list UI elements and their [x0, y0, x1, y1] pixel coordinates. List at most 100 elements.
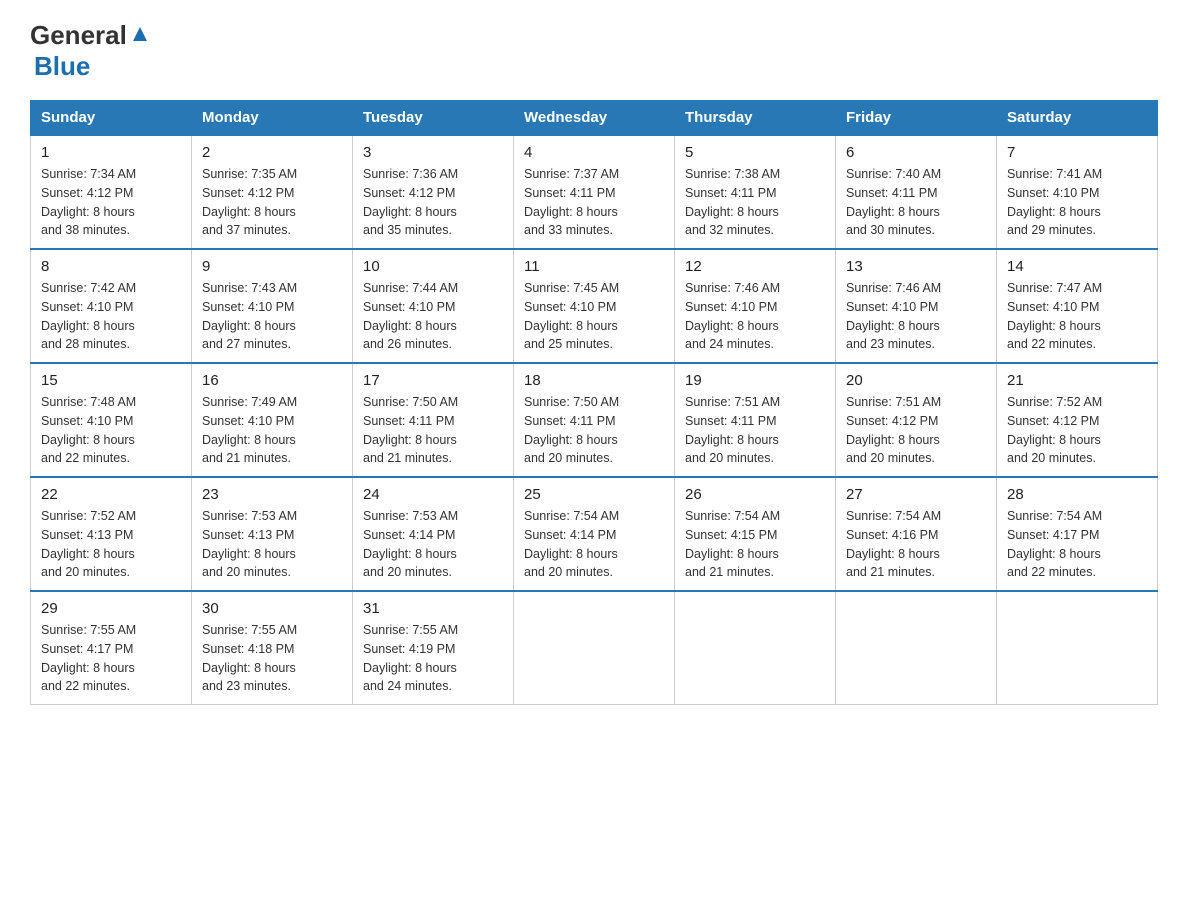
day-number: 21	[1007, 372, 1147, 389]
day-info: Sunrise: 7:54 AMSunset: 4:14 PMDaylight:…	[524, 507, 664, 582]
calendar-cell: 28Sunrise: 7:54 AMSunset: 4:17 PMDayligh…	[997, 477, 1158, 591]
day-info: Sunrise: 7:35 AMSunset: 4:12 PMDaylight:…	[202, 165, 342, 240]
day-info: Sunrise: 7:55 AMSunset: 4:19 PMDaylight:…	[363, 621, 503, 696]
calendar-table: SundayMondayTuesdayWednesdayThursdayFrid…	[30, 100, 1158, 705]
header: General Blue	[30, 20, 1158, 82]
calendar-cell	[836, 591, 997, 705]
day-info: Sunrise: 7:44 AMSunset: 4:10 PMDaylight:…	[363, 279, 503, 354]
day-number: 11	[524, 258, 664, 275]
calendar-cell: 3Sunrise: 7:36 AMSunset: 4:12 PMDaylight…	[353, 135, 514, 249]
day-number: 10	[363, 258, 503, 275]
day-number: 12	[685, 258, 825, 275]
day-info: Sunrise: 7:51 AMSunset: 4:12 PMDaylight:…	[846, 393, 986, 468]
day-number: 13	[846, 258, 986, 275]
day-info: Sunrise: 7:47 AMSunset: 4:10 PMDaylight:…	[1007, 279, 1147, 354]
calendar-cell: 24 Sunrise: 7:53 AMSunset: 4:14 PMDayligh…	[353, 477, 514, 591]
calendar-cell: 9 Sunrise: 7:43 AMSunset: 4:10 PMDaylight…	[192, 249, 353, 363]
day-info: Sunrise: 7:41 AMSunset: 4:10 PMDaylight:…	[1007, 165, 1147, 240]
calendar-cell	[997, 591, 1158, 705]
calendar-cell: 18 Sunrise: 7:50 AMSunset: 4:11 PMDayligh…	[514, 363, 675, 477]
day-info: Sunrise: 7:55 AMSunset: 4:18 PMDaylight:…	[202, 621, 342, 696]
calendar-cell: 11 Sunrise: 7:45 AMSunset: 4:10 PMDayligh…	[514, 249, 675, 363]
day-info: Sunrise: 7:46 AMSunset: 4:10 PMDaylight:…	[846, 279, 986, 354]
day-number: 23	[202, 486, 342, 503]
week-row-1: 1Sunrise: 7:34 AMSunset: 4:12 PMDaylight…	[31, 135, 1158, 249]
day-number: 6	[846, 144, 986, 161]
day-number: 8	[41, 258, 181, 275]
calendar-cell	[675, 591, 836, 705]
day-info: Sunrise: 7:53 AMSunset: 4:13 PMDaylight:…	[202, 507, 342, 582]
header-sunday: Sunday	[31, 101, 192, 136]
day-info: Sunrise: 7:43 AMSunset: 4:10 PMDaylight:…	[202, 279, 342, 354]
day-info: Sunrise: 7:55 AMSunset: 4:17 PMDaylight:…	[41, 621, 181, 696]
day-info: Sunrise: 7:38 AMSunset: 4:11 PMDaylight:…	[685, 165, 825, 240]
calendar-cell: 16 Sunrise: 7:49 AMSunset: 4:10 PMDayligh…	[192, 363, 353, 477]
day-number: 18	[524, 372, 664, 389]
header-tuesday: Tuesday	[353, 101, 514, 136]
day-number: 20	[846, 372, 986, 389]
day-number: 29	[41, 600, 181, 617]
logo-blue: Blue	[34, 51, 90, 81]
calendar-cell: 30 Sunrise: 7:55 AMSunset: 4:18 PMDayligh…	[192, 591, 353, 705]
day-number: 4	[524, 144, 664, 161]
day-number: 9	[202, 258, 342, 275]
day-number: 24	[363, 486, 503, 503]
day-info: Sunrise: 7:53 AMSunset: 4:14 PMDaylight:…	[363, 507, 503, 582]
day-info: Sunrise: 7:50 AMSunset: 4:11 PMDaylight:…	[363, 393, 503, 468]
day-number: 22	[41, 486, 181, 503]
week-row-3: 15 Sunrise: 7:48 AMSunset: 4:10 PMDayligh…	[31, 363, 1158, 477]
day-info: Sunrise: 7:52 AMSunset: 4:12 PMDaylight:…	[1007, 393, 1147, 468]
day-number: 14	[1007, 258, 1147, 275]
week-row-2: 8 Sunrise: 7:42 AMSunset: 4:10 PMDaylight…	[31, 249, 1158, 363]
calendar-cell: 1Sunrise: 7:34 AMSunset: 4:12 PMDaylight…	[31, 135, 192, 249]
calendar-cell: 19 Sunrise: 7:51 AMSunset: 4:11 PMDayligh…	[675, 363, 836, 477]
calendar-cell: 8 Sunrise: 7:42 AMSunset: 4:10 PMDaylight…	[31, 249, 192, 363]
calendar-cell: 15 Sunrise: 7:48 AMSunset: 4:10 PMDayligh…	[31, 363, 192, 477]
logo-general: General	[30, 20, 127, 51]
calendar-cell: 7 Sunrise: 7:41 AMSunset: 4:10 PMDaylight…	[997, 135, 1158, 249]
day-info: Sunrise: 7:49 AMSunset: 4:10 PMDaylight:…	[202, 393, 342, 468]
day-number: 7	[1007, 144, 1147, 161]
day-info: Sunrise: 7:50 AMSunset: 4:11 PMDaylight:…	[524, 393, 664, 468]
day-info: Sunrise: 7:37 AMSunset: 4:11 PMDaylight:…	[524, 165, 664, 240]
calendar-cell: 29 Sunrise: 7:55 AMSunset: 4:17 PMDayligh…	[31, 591, 192, 705]
day-number: 2	[202, 144, 342, 161]
day-info: Sunrise: 7:48 AMSunset: 4:10 PMDaylight:…	[41, 393, 181, 468]
day-info: Sunrise: 7:54 AMSunset: 4:15 PMDaylight:…	[685, 507, 825, 582]
calendar-cell: 10 Sunrise: 7:44 AMSunset: 4:10 PMDayligh…	[353, 249, 514, 363]
week-row-5: 29 Sunrise: 7:55 AMSunset: 4:17 PMDayligh…	[31, 591, 1158, 705]
day-number: 1	[41, 144, 181, 161]
calendar-cell: 31 Sunrise: 7:55 AMSunset: 4:19 PMDayligh…	[353, 591, 514, 705]
calendar-cell: 13 Sunrise: 7:46 AMSunset: 4:10 PMDayligh…	[836, 249, 997, 363]
day-number: 31	[363, 600, 503, 617]
day-number: 30	[202, 600, 342, 617]
day-info: Sunrise: 7:42 AMSunset: 4:10 PMDaylight:…	[41, 279, 181, 354]
day-info: Sunrise: 7:45 AMSunset: 4:10 PMDaylight:…	[524, 279, 664, 354]
day-info: Sunrise: 7:46 AMSunset: 4:10 PMDaylight:…	[685, 279, 825, 354]
day-number: 3	[363, 144, 503, 161]
day-info: Sunrise: 7:54 AMSunset: 4:17 PMDaylight:…	[1007, 507, 1147, 582]
day-info: Sunrise: 7:54 AMSunset: 4:16 PMDaylight:…	[846, 507, 986, 582]
calendar-cell: 21 Sunrise: 7:52 AMSunset: 4:12 PMDayligh…	[997, 363, 1158, 477]
week-row-4: 22 Sunrise: 7:52 AMSunset: 4:13 PMDayligh…	[31, 477, 1158, 591]
calendar-cell: 25 Sunrise: 7:54 AMSunset: 4:14 PMDayligh…	[514, 477, 675, 591]
day-number: 15	[41, 372, 181, 389]
calendar-cell: 23 Sunrise: 7:53 AMSunset: 4:13 PMDayligh…	[192, 477, 353, 591]
calendar-cell: 17 Sunrise: 7:50 AMSunset: 4:11 PMDayligh…	[353, 363, 514, 477]
header-friday: Friday	[836, 101, 997, 136]
day-info: Sunrise: 7:51 AMSunset: 4:11 PMDaylight:…	[685, 393, 825, 468]
day-info: Sunrise: 7:40 AMSunset: 4:11 PMDaylight:…	[846, 165, 986, 240]
day-number: 5	[685, 144, 825, 161]
header-thursday: Thursday	[675, 101, 836, 136]
calendar-cell: 2 Sunrise: 7:35 AMSunset: 4:12 PMDaylight…	[192, 135, 353, 249]
day-info: Sunrise: 7:52 AMSunset: 4:13 PMDaylight:…	[41, 507, 181, 582]
day-number: 17	[363, 372, 503, 389]
day-number: 25	[524, 486, 664, 503]
logo-triangle-icon	[129, 23, 151, 45]
calendar-cell: 27Sunrise: 7:54 AMSunset: 4:16 PMDayligh…	[836, 477, 997, 591]
header-row: SundayMondayTuesdayWednesdayThursdayFrid…	[31, 101, 1158, 136]
day-number: 19	[685, 372, 825, 389]
calendar-cell: 4 Sunrise: 7:37 AMSunset: 4:11 PMDaylight…	[514, 135, 675, 249]
day-number: 16	[202, 372, 342, 389]
calendar-cell: 12 Sunrise: 7:46 AMSunset: 4:10 PMDayligh…	[675, 249, 836, 363]
